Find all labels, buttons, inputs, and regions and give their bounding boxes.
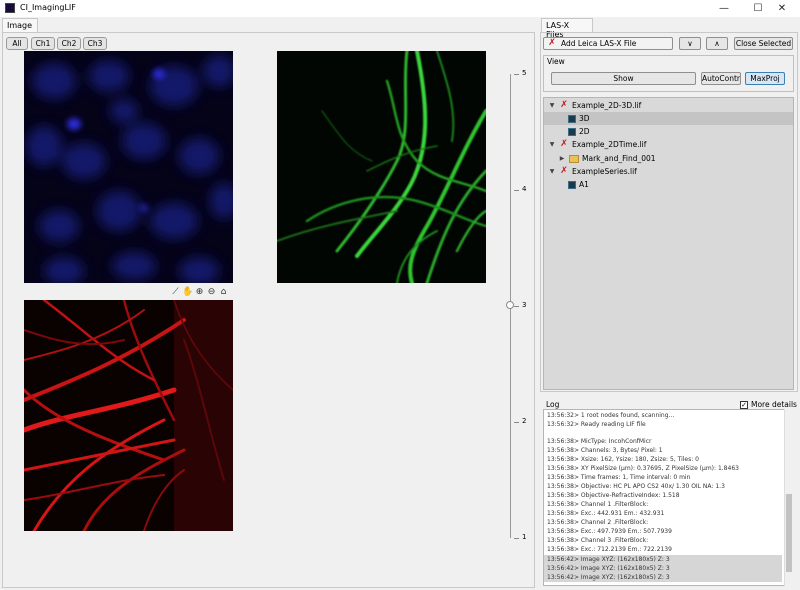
folder-icon <box>569 154 579 163</box>
app-icon <box>5 3 15 13</box>
slider-tick-label: 5 <box>522 69 527 77</box>
view-label: View <box>547 57 565 66</box>
log-line: 13:56:32> Ready reading LIF file <box>547 421 646 428</box>
log-scrollbar-thumb[interactable] <box>786 494 792 572</box>
channel-2-image[interactable] <box>277 51 486 283</box>
collapsed-arrow-icon[interactable]: ▶ <box>558 155 566 162</box>
log-line: 13:56:38> Channel 3 .FilterBlock: <box>547 537 649 544</box>
expanded-arrow-icon[interactable]: ▼ <box>548 102 556 109</box>
add-file-label: Add Leica LAS-X File <box>561 39 637 48</box>
leica-x-icon: ✗ <box>560 166 568 176</box>
slider-tick-label: 1 <box>522 533 527 541</box>
z-slider-thumb[interactable] <box>506 301 514 309</box>
slider-tick <box>514 74 519 75</box>
slider-tick <box>514 306 519 307</box>
log-line: 13:56:32> 1 root nodes found, scanning..… <box>547 412 675 419</box>
tree-node-file[interactable]: ▼ ✗ Example_2DTime.lif <box>548 138 788 151</box>
window-title: CI_ImagingLIF <box>20 3 76 12</box>
log-line: 13:56:38> MicType: IncohConfMicr <box>547 438 652 445</box>
slider-tick <box>514 190 519 191</box>
tree-node-label: A1 <box>579 180 589 189</box>
slider-tick-label: 4 <box>522 185 527 193</box>
tree-node-label: ExampleSeries.lif <box>572 167 637 176</box>
image-icon <box>568 114 576 123</box>
channel-3-button[interactable]: Ch3 <box>83 37 107 50</box>
tree-node-label: 3D <box>579 114 590 123</box>
tree-node-label: Example_2DTime.lif <box>572 140 647 149</box>
autocontrast-button[interactable]: AutoContr <box>701 72 741 85</box>
channel-3-image[interactable] <box>24 300 233 531</box>
channel-all-button[interactable]: All <box>6 37 28 50</box>
zoom-out-icon[interactable]: ⊖ <box>206 287 217 298</box>
leica-x-icon: ✗ <box>560 100 568 110</box>
leica-x-icon: ✗ <box>560 139 568 149</box>
move-down-button[interactable]: ∨ <box>679 37 701 50</box>
leica-x-icon: ✗ <box>548 38 556 48</box>
image-icon <box>568 127 576 136</box>
log-line: 13:56:42> Image XYZ: (162x180x5) Z: 3 <box>544 573 782 582</box>
close-button[interactable]: ✕ <box>764 0 800 17</box>
log-line: 13:56:38> Channels: 3, Bytes/ Pixel: 1 <box>547 447 663 454</box>
log-line: 13:56:42> Image XYZ: (162x180x5) Z: 3 <box>544 555 782 564</box>
tree-node-image[interactable]: A1 <box>568 178 788 191</box>
expanded-arrow-icon[interactable]: ▼ <box>548 168 556 175</box>
log-line: 13:56:38> Exc.: 712.2139 Em.: 722.2139 <box>547 546 672 553</box>
slider-tick-label: 2 <box>522 417 527 425</box>
app-window: CI_ImagingLIF — ☐ ✕ Image All Ch1 Ch2 Ch… <box>0 0 800 590</box>
tree-node-image[interactable]: 2D <box>568 125 788 138</box>
tree-node-image[interactable]: 3D <box>544 112 793 125</box>
expanded-arrow-icon[interactable]: ▼ <box>548 141 556 148</box>
move-up-button[interactable]: ∧ <box>706 37 728 50</box>
show-button[interactable]: Show <box>551 72 696 85</box>
slider-tick <box>514 422 519 423</box>
log-line: 13:56:38> Exc.: 497.7939 Em.: 507.7939 <box>547 528 672 535</box>
log-line: 13:56:38> XY PixelSize (µm): 0.37695, Z … <box>547 465 739 472</box>
hand-icon[interactable]: ✋ <box>182 287 193 298</box>
channel-1-image[interactable] <box>24 51 233 283</box>
tab-image[interactable]: Image <box>2 18 38 33</box>
more-details-checkbox[interactable]: ✓ More details <box>740 400 797 409</box>
log-label: Log <box>546 400 560 409</box>
log-line: 13:56:38> Time frames: 1, Time interval:… <box>547 474 691 481</box>
log-line: 13:56:38> Objective: HC PL APO CS2 40x/ … <box>547 483 725 490</box>
log-line: 13:56:38> Xsize: 162, Ysize: 180, Zsize:… <box>547 456 699 463</box>
log-line: 13:56:38> Channel 2 .FilterBlock: <box>547 519 649 526</box>
tab-lasx-files[interactable]: LAS-X Files <box>541 18 593 39</box>
log-line: 13:56:38> Objective-RefractiveIndex: 1.5… <box>547 492 680 499</box>
more-details-label: More details <box>751 400 797 409</box>
tree-node-label: Example_2D-3D.lif <box>572 101 642 110</box>
maxproj-button[interactable]: MaxProj <box>745 72 785 85</box>
tree-node-file[interactable]: ▼ ✗ ExampleSeries.lif <box>548 165 788 178</box>
slider-tick-label: 3 <box>522 301 527 309</box>
image-icon <box>568 180 576 189</box>
home-icon[interactable]: ⌂ <box>218 287 229 298</box>
close-selected-button[interactable]: Close Selected <box>734 37 793 50</box>
checkbox-checked-icon[interactable]: ✓ <box>740 400 748 409</box>
log-output[interactable]: 13:56:32> 1 root nodes found, scanning..… <box>543 409 794 586</box>
image-toolbar: ⟋ ✋ ⊕ ⊖ ⌂ <box>170 287 229 298</box>
slider-tick <box>514 538 519 539</box>
log-line: 13:56:42> Image XYZ: (162x180x5) Z: 3 <box>544 564 782 573</box>
tree-node-label: Mark_and_Find_001 <box>582 154 656 163</box>
zoom-in-icon[interactable]: ⊕ <box>194 287 205 298</box>
tree-node-file[interactable]: ▼ ✗ Example_2D-3D.lif <box>548 99 788 112</box>
log-line: 13:56:38> Exc.: 442.931 Em.: 432.931 <box>547 510 665 517</box>
pan-icon[interactable]: ⟋ <box>170 287 181 298</box>
log-line: 13:56:38> Channel 1 .FilterBlock: <box>547 501 649 508</box>
file-tree: ▼ ✗ Example_2D-3D.lif 3D 2D ▼ ✗ Example_… <box>543 97 794 390</box>
tree-node-label: 2D <box>579 127 590 136</box>
minimize-button[interactable]: — <box>706 0 742 17</box>
title-bar: CI_ImagingLIF — ☐ ✕ <box>0 0 800 17</box>
add-file-button[interactable]: ✗ Add Leica LAS-X File <box>543 37 673 50</box>
tree-node-folder[interactable]: ▶ Mark_and_Find_001 <box>558 152 788 165</box>
channel-2-button[interactable]: Ch2 <box>57 37 81 50</box>
channel-1-button[interactable]: Ch1 <box>31 37 55 50</box>
